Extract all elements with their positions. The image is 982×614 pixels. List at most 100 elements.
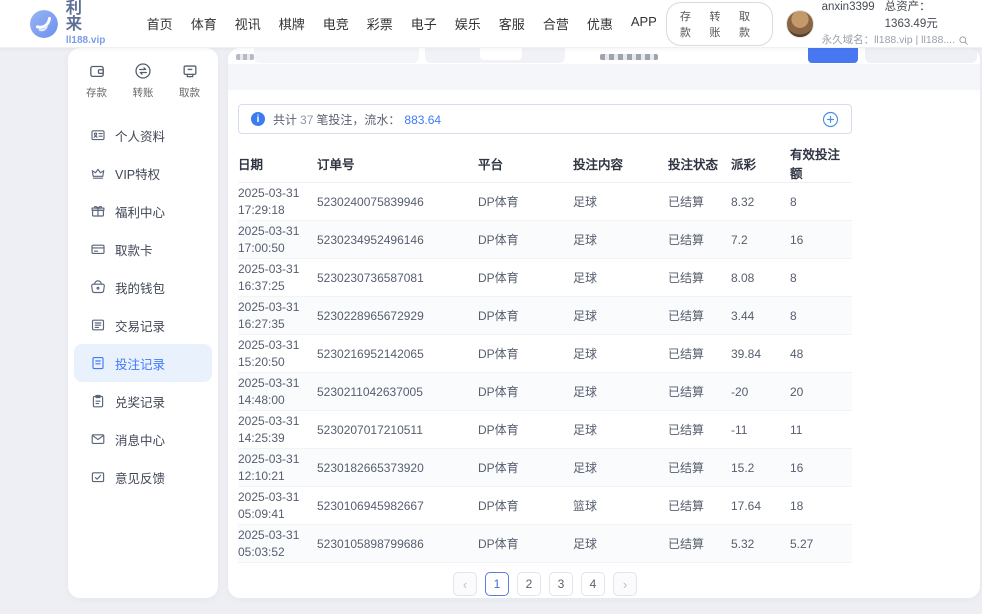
cell-order-number: 5230105898799686 [317,525,478,563]
expand-plus-icon[interactable] [822,111,839,128]
brand-name: 利 来 [66,1,114,33]
column-header: 投注内容 [573,144,668,183]
nav-item-4[interactable]: 电竞 [314,14,358,33]
message-center-icon [90,431,106,447]
cell-bet-content: 足球 [573,449,668,487]
deposit-icon [88,62,106,80]
cell-payout: 15.2 [731,449,790,487]
filter-search-button[interactable] [808,48,858,63]
page-prev-button[interactable]: ‹ [453,572,477,596]
sidebar-shortcut-transfer[interactable]: 转账 [133,62,154,100]
user-avatar[interactable] [786,10,814,38]
filter-extra-control[interactable] [865,48,977,63]
column-header: 平台 [478,144,573,183]
sidebar-item-bet-records[interactable]: 投注记录 [74,344,212,382]
main-nav: 首页体育视讯棋牌电竞彩票电子娱乐客服合营优惠APP [138,14,666,33]
sidebar-item-vip[interactable]: VIP特权 [68,154,218,192]
cell-bet-status: 已结算 [668,525,731,563]
page-3-button[interactable]: 3 [549,572,573,596]
cell-bet-status: 已结算 [668,449,731,487]
filter-text-fragment [600,54,658,60]
profile-icon [90,127,106,143]
cell-order-number: 5230207017210511 [317,411,478,449]
page-2-button[interactable]: 2 [517,572,541,596]
table-row: 2025-03-3116:27:355230228965672929DP体育足球… [238,297,852,335]
table-row: 2025-03-3114:48:005230211042637005DP体育足球… [238,373,852,411]
cell-order-number: 5230234952496146 [317,221,478,259]
table-row: 2025-03-3105:03:525230105898799686DP体育足球… [238,525,852,563]
cell-bet-status: 已结算 [668,487,731,525]
nav-item-8[interactable]: 客服 [490,14,534,33]
cell-payout: 7.2 [731,221,790,259]
withdraw-card-icon [90,241,106,257]
brand-logo[interactable]: 利 来 ll188.vip [30,1,114,46]
sidebar-item-prize-records[interactable]: 兑奖记录 [68,382,218,420]
nav-item-9[interactable]: 合营 [534,14,578,33]
nav-item-1[interactable]: 体育 [182,14,226,33]
nav-item-5[interactable]: 彩票 [358,14,402,33]
permanent-domain: 永久域名：ll188.vip | ll188.... [822,33,955,48]
sidebar-item-withdraw-card[interactable]: 取款卡 [68,230,218,268]
sidebar-shortcut-withdraw[interactable]: 取款 [179,62,200,100]
cell-bet-status: 已结算 [668,259,731,297]
cell-date: 2025-03-3105:03:52 [238,525,317,563]
cell-bet-status: 已结算 [668,297,731,335]
sidebar-item-feedback[interactable]: 意见反馈 [68,458,218,496]
page-next-button[interactable]: › [613,572,637,596]
sidebar-item-message-center[interactable]: 消息中心 [68,420,218,458]
cell-payout: -11 [731,411,790,449]
search-icon[interactable] [958,35,969,46]
nav-item-11[interactable]: APP [622,14,666,33]
table-body: 2025-03-3117:29:185230240075839946DP体育足球… [238,183,852,563]
cell-bet-content: 足球 [573,411,668,449]
cell-platform: DP体育 [478,183,573,221]
prize-records-icon [90,393,106,409]
sidebar-shortcuts: 存款转账 取款 [68,62,218,100]
cell-date: 2025-03-3117:29:18 [238,183,317,221]
cell-bet-status: 已结算 [668,373,731,411]
transaction-records-icon [90,317,106,333]
sidebar-item-wallet[interactable]: 我的钱包 [68,268,218,306]
nav-item-10[interactable]: 优惠 [578,14,622,33]
header-deposit-action[interactable]: 存款 [680,8,700,40]
top-header: 利 来 ll188.vip 首页体育视讯棋牌电竞彩票电子娱乐客服合营优惠APP … [0,0,982,48]
header-transfer-action[interactable]: 转账 [709,8,729,40]
sidebar-item-label: 兑奖记录 [115,392,165,411]
sidebar-item-transaction-records[interactable]: 交易记录 [68,306,218,344]
sidebar-menu: 个人资料 VIP特权福利中心取款卡我的钱包交易记录投注记录兑奖记录消息中心意见反馈 [68,116,218,496]
sidebar-item-welfare[interactable]: 福利中心 [68,192,218,230]
filter-bar-clipped [228,48,980,64]
brand-logo-icon [30,9,58,39]
nav-item-7[interactable]: 娱乐 [446,14,490,33]
sidebar-item-label: VIP特权 [115,164,160,183]
cell-date: 2025-03-3114:48:00 [238,373,317,411]
nav-item-6[interactable]: 电子 [402,14,446,33]
cell-bet-status: 已结算 [668,183,731,221]
cell-date: 2025-03-3116:37:25 [238,259,317,297]
sidebar-shortcut-deposit[interactable]: 存款 [86,62,107,100]
shortcut-label: 转账 [133,85,154,100]
page-4-button[interactable]: 4 [581,572,605,596]
cell-date: 2025-03-3112:10:21 [238,449,317,487]
cell-date: 2025-03-3115:20:50 [238,335,317,373]
cell-bet-status: 已结算 [668,411,731,449]
cell-payout: -20 [731,373,790,411]
column-header: 日期 [238,144,317,183]
nav-item-0[interactable]: 首页 [138,14,182,33]
cell-order-number: 5230211042637005 [317,373,478,411]
table-row: 2025-03-3112:10:215230182665373920DP体育足球… [238,449,852,487]
sidebar-item-label: 交易记录 [115,316,165,335]
table-row: 2025-03-3116:37:255230230736587081DP体育足球… [238,259,852,297]
filter-input[interactable] [254,48,419,63]
nav-item-3[interactable]: 棋牌 [270,14,314,33]
filter-segment-buttons[interactable] [425,48,565,63]
cell-platform: DP体育 [478,221,573,259]
page-1-button[interactable]: 1 [485,572,509,596]
cell-date: 2025-03-3117:00:50 [238,221,317,259]
cell-payout: 8.32 [731,183,790,221]
cell-bet-content: 足球 [573,183,668,221]
nav-item-2[interactable]: 视讯 [226,14,270,33]
sidebar-item-profile[interactable]: 个人资料 [68,116,218,154]
header-withdraw-action[interactable]: 取款 [739,8,759,40]
cell-payout: 8.08 [731,259,790,297]
